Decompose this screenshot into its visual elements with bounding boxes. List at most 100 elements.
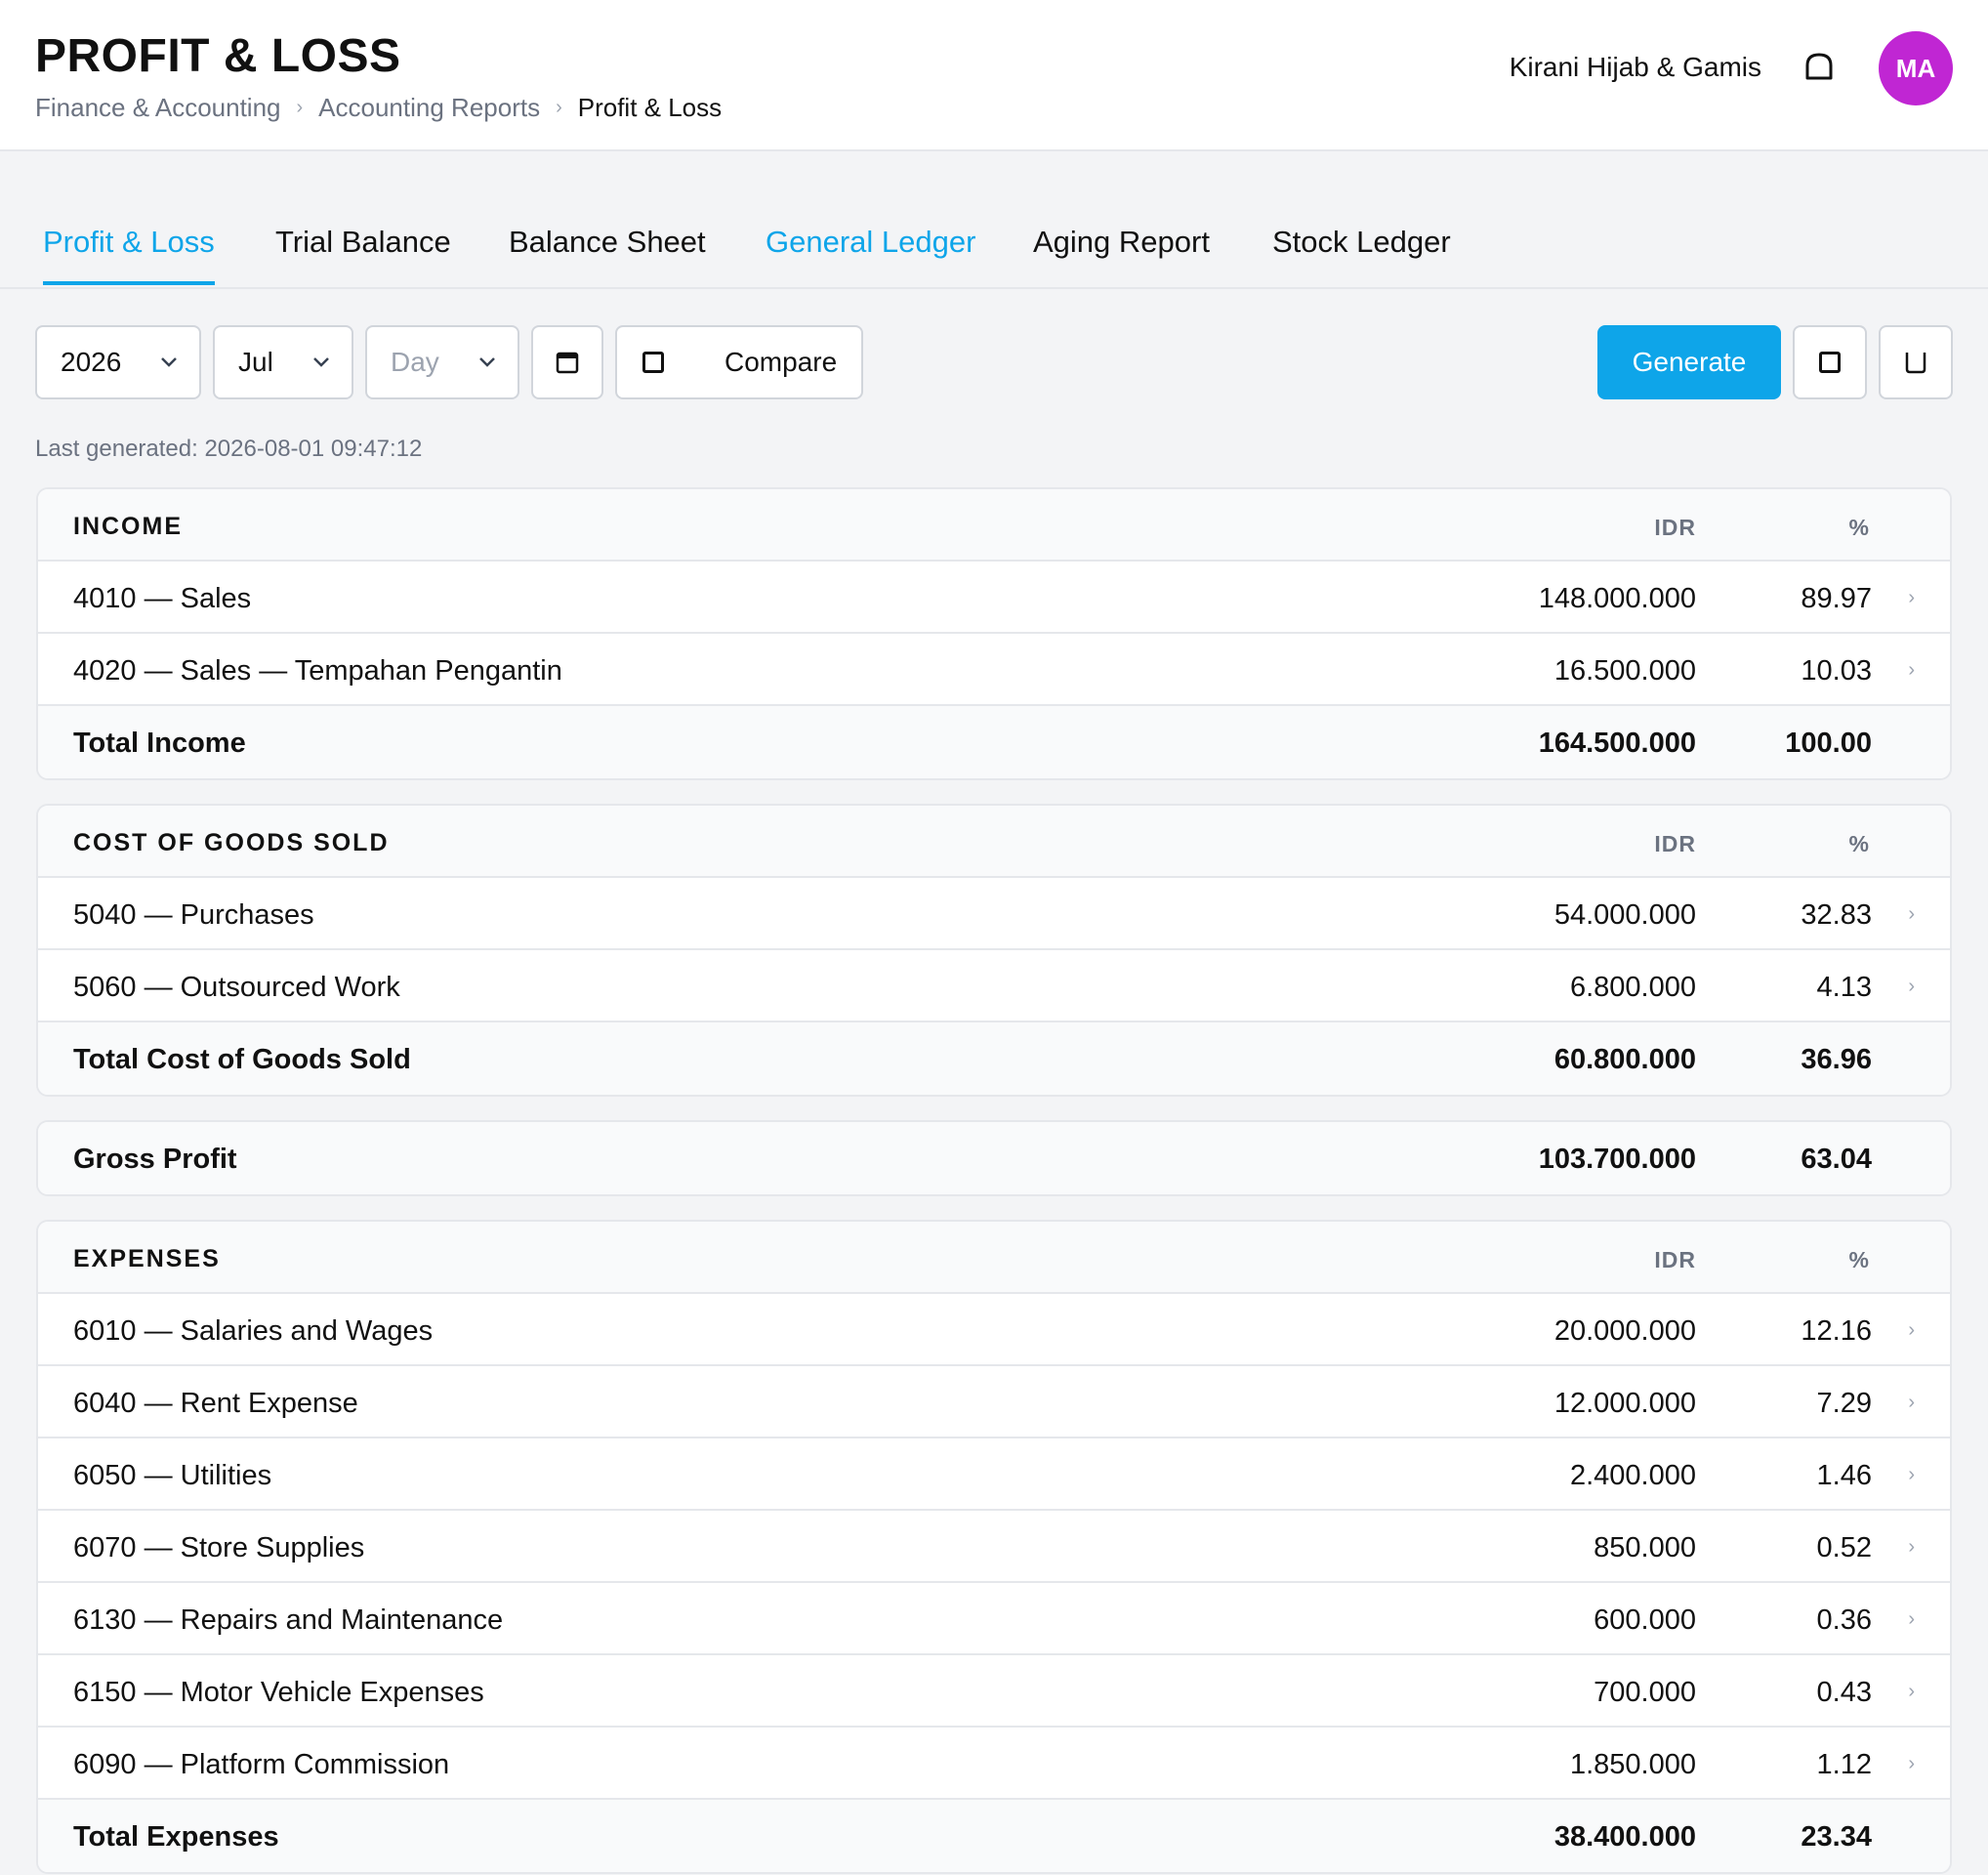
account-label: 6150 — Motor Vehicle Expenses <box>73 1677 484 1708</box>
chevron-right-icon[interactable]: › <box>1908 976 1915 998</box>
day-select-placeholder: Day <box>391 347 439 377</box>
account-label: 4020 — Sales — Tempahan Pengantin <box>73 655 562 687</box>
cogs-section: COST OF GOODS SOLD IDR % 5040 — Purchase… <box>36 804 1952 1097</box>
day-select[interactable]: Day <box>365 325 519 399</box>
total-amount: 60.800.000 <box>1553 1044 1696 1075</box>
income-section: INCOME IDR % 4010 — Sales 148.000.000 89… <box>36 487 1952 780</box>
table-row[interactable]: 6130 — Repairs and Maintenance 600.000 0… <box>38 1583 1950 1655</box>
gross-profit-amount: 103.700.000 <box>1538 1144 1696 1175</box>
total-row: Total Expenses 38.400.000 23.34 <box>38 1800 1950 1872</box>
percent: 10.03 <box>1801 655 1872 687</box>
chevron-right-icon[interactable]: › <box>1908 587 1915 609</box>
account-label: 6090 — Platform Commission <box>73 1749 450 1780</box>
percent: 0.52 <box>1816 1532 1872 1563</box>
total-label: Total Expenses <box>73 1821 279 1853</box>
chevron-down-icon <box>161 357 177 367</box>
chevron-right-icon[interactable]: › <box>1908 1536 1915 1559</box>
print-icon <box>1819 352 1841 373</box>
chevron-right-icon[interactable]: › <box>1908 1464 1915 1486</box>
tab-balance-sheet[interactable]: Balance Sheet <box>509 225 706 281</box>
chevron-right-icon[interactable]: › <box>1908 903 1915 926</box>
account-label: 6130 — Repairs and Maintenance <box>73 1604 504 1636</box>
breadcrumb-separator: › <box>296 97 304 118</box>
bell-icon[interactable] <box>1802 51 1836 84</box>
avatar[interactable]: MA <box>1879 31 1953 105</box>
table-row[interactable]: 6040 — Rent Expense 12.000.000 7.29 › <box>38 1366 1950 1438</box>
checkbox-icon[interactable] <box>642 352 664 373</box>
year-select[interactable]: 2026 <box>35 325 201 399</box>
tab-stock-ledger[interactable]: Stock Ledger <box>1272 225 1451 281</box>
percent: 0.43 <box>1816 1677 1872 1708</box>
chevron-right-icon[interactable]: › <box>1908 1753 1915 1775</box>
breadcrumb-separator: › <box>556 97 562 118</box>
percent: 7.29 <box>1816 1388 1872 1419</box>
table-row[interactable]: 5040 — Purchases 54.000.000 32.83 › <box>38 878 1950 950</box>
column-header-idr: IDR <box>1654 1247 1696 1272</box>
tab-profit-loss[interactable]: Profit & Loss <box>43 225 215 285</box>
calendar-button[interactable] <box>531 325 603 399</box>
breadcrumb-accounting-reports[interactable]: Accounting Reports <box>318 93 540 123</box>
amount: 12.000.000 <box>1553 1388 1696 1419</box>
percent: 0.36 <box>1816 1604 1872 1636</box>
table-row[interactable]: 6050 — Utilities 2.400.000 1.46 › <box>38 1438 1950 1511</box>
tab-trial-balance[interactable]: Trial Balance <box>275 225 451 281</box>
amount: 6.800.000 <box>1569 972 1696 1003</box>
chevron-right-icon[interactable]: › <box>1908 659 1915 682</box>
filter-toolbar: 2026 Jul Day Compare Generate <box>0 325 1988 399</box>
account-label: 6050 — Utilities <box>73 1460 272 1491</box>
table-row[interactable]: 6090 — Platform Commission 1.850.000 1.1… <box>38 1728 1950 1800</box>
total-label: Total Income <box>73 728 246 759</box>
export-button[interactable] <box>1879 325 1953 399</box>
chevron-right-icon[interactable]: › <box>1908 1319 1915 1342</box>
account-label: 5040 — Purchases <box>73 899 314 931</box>
section-title: COST OF GOODS SOLD <box>73 829 390 856</box>
table-row[interactable]: 5060 — Outsourced Work 6.800.000 4.13 › <box>38 950 1950 1022</box>
chevron-down-icon <box>479 357 495 367</box>
amount: 20.000.000 <box>1553 1315 1696 1347</box>
chevron-down-icon <box>313 357 329 367</box>
chevron-right-icon[interactable]: › <box>1908 1392 1915 1414</box>
account-label: 6070 — Store Supplies <box>73 1532 365 1563</box>
chevron-right-icon[interactable]: › <box>1908 1681 1915 1703</box>
account-label: 6040 — Rent Expense <box>73 1388 358 1419</box>
account-label: 6010 — Salaries and Wages <box>73 1315 434 1347</box>
table-row[interactable]: 6010 — Salaries and Wages 20.000.000 12.… <box>38 1294 1950 1366</box>
expenses-section: EXPENSES IDR % 6010 — Salaries and Wages… <box>36 1220 1952 1874</box>
section-header: COST OF GOODS SOLD IDR % <box>38 806 1950 878</box>
company-name[interactable]: Kirani Hijab & Gamis <box>1510 52 1761 83</box>
print-button[interactable] <box>1793 325 1867 399</box>
total-percent: 36.96 <box>1801 1044 1872 1075</box>
percent: 89.97 <box>1801 583 1872 614</box>
month-select[interactable]: Jul <box>213 325 353 399</box>
tab-general-ledger[interactable]: General Ledger <box>766 225 975 281</box>
compare-toggle[interactable]: Compare <box>615 325 863 399</box>
tab-aging-report[interactable]: Aging Report <box>1033 225 1210 281</box>
table-row[interactable]: 4020 — Sales — Tempahan Pengantin 16.500… <box>38 634 1950 706</box>
table-row[interactable]: 4010 — Sales 148.000.000 89.97 › <box>38 562 1950 634</box>
percent: 1.12 <box>1816 1749 1872 1780</box>
amount: 700.000 <box>1594 1677 1696 1708</box>
amount: 16.500.000 <box>1553 655 1696 687</box>
section-title: EXPENSES <box>73 1245 221 1272</box>
breadcrumb-finance[interactable]: Finance & Accounting <box>35 93 281 123</box>
amount: 600.000 <box>1594 1604 1696 1636</box>
generate-button[interactable]: Generate <box>1597 325 1781 399</box>
table-row[interactable]: 6150 — Motor Vehicle Expenses 700.000 0.… <box>38 1655 1950 1728</box>
total-label: Total Cost of Goods Sold <box>73 1044 411 1075</box>
gross-profit-row: Gross Profit 103.700.000 63.04 <box>38 1122 1950 1194</box>
export-icon <box>1905 353 1926 374</box>
total-percent: 23.34 <box>1801 1821 1872 1853</box>
amount: 2.400.000 <box>1569 1460 1696 1491</box>
total-percent: 100.00 <box>1785 728 1872 759</box>
column-header-percent: % <box>1848 831 1870 856</box>
percent: 32.83 <box>1801 899 1872 931</box>
breadcrumb-current: Profit & Loss <box>577 93 723 122</box>
amount: 1.850.000 <box>1569 1749 1696 1780</box>
table-row[interactable]: 6070 — Store Supplies 850.000 0.52 › <box>38 1511 1950 1583</box>
chevron-right-icon[interactable]: › <box>1908 1608 1915 1631</box>
account-label: 5060 — Outsourced Work <box>73 972 400 1003</box>
total-row: Total Cost of Goods Sold 60.800.000 36.9… <box>38 1022 1950 1095</box>
amount: 54.000.000 <box>1553 899 1696 931</box>
gross-profit-percent: 63.04 <box>1801 1144 1872 1175</box>
page-title: PROFIT & LOSS <box>35 30 401 82</box>
